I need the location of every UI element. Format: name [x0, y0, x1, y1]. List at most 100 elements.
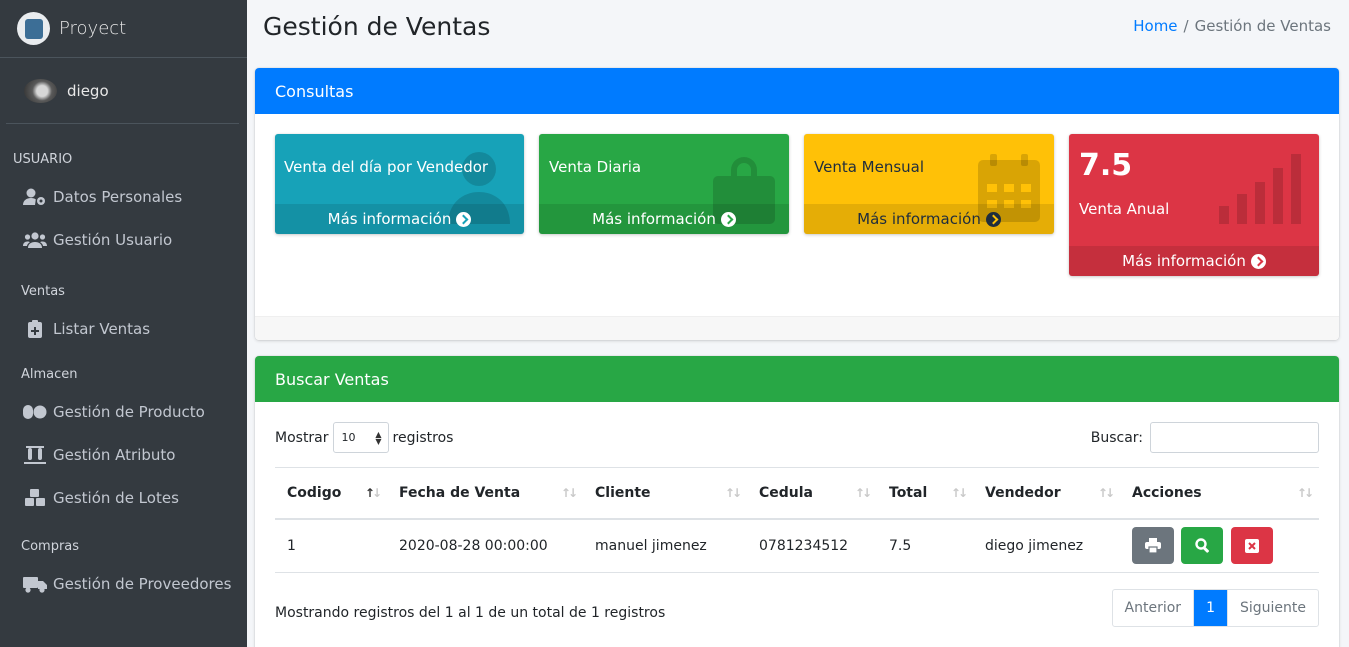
nav-header-compras: Compras	[21, 539, 80, 554]
more-info-link[interactable]: Más información	[539, 204, 789, 234]
column-header-label: Total	[889, 484, 928, 501]
column-header-label: Cedula	[759, 484, 814, 501]
print-icon	[1145, 538, 1161, 554]
small-box-venta-anual: 7.5 Venta Anual Más información	[1069, 134, 1319, 276]
view-button[interactable]	[1181, 527, 1224, 565]
content-header: Gestión de Ventas Home / Gestión de Ventas	[247, 0, 1349, 58]
clipboard-plus-icon	[23, 319, 47, 339]
column-header-label: Vendedor	[985, 484, 1061, 501]
more-info-label: Más información	[1122, 252, 1246, 270]
page-length-value: 10	[341, 431, 356, 444]
sidebar-item-label: Listar Ventas	[53, 319, 151, 338]
more-info-label: Más información	[592, 210, 716, 228]
column-header-vendedor[interactable]: Vendedor ↑↓	[973, 467, 1120, 520]
user-panel[interactable]: diego	[6, 58, 239, 124]
small-box-venta-diaria: Venta Diaria Más información	[539, 134, 789, 234]
sidebar-item-gestion-atributo[interactable]: Gestión Atributo	[0, 433, 247, 476]
small-box-label: Venta del día por Vendedor	[284, 158, 489, 176]
page-length-select[interactable]: 10 ▲ ▼	[332, 422, 389, 453]
breadcrumb-home-link[interactable]: Home	[1133, 17, 1177, 35]
cubes-icon	[23, 488, 47, 508]
select-caret-icon: ▲ ▼	[375, 430, 382, 446]
breadcrumb: Home / Gestión de Ventas	[1133, 17, 1331, 35]
delete-button[interactable]	[1230, 527, 1273, 565]
search-icon	[1195, 538, 1209, 553]
column-header-label: Acciones	[1132, 484, 1202, 501]
column-header-label: Cliente	[595, 484, 651, 501]
sort-asc-icon: ↑↓	[364, 486, 382, 500]
table-header-row: Codigo ↑↓ Fecha de Venta ↑↓ Cliente ↑↓ Cedu…	[275, 467, 1319, 520]
table-info: Mostrando registros del 1 al 1 de un tot…	[275, 605, 666, 621]
sidebar-item-label: Gestión de Producto	[53, 402, 205, 421]
column-header-acciones[interactable]: Acciones ↑↓	[1120, 467, 1319, 520]
consultas-card-title: Consultas	[255, 68, 1339, 114]
search-input[interactable]	[1150, 422, 1319, 453]
column-header-label: Codigo	[287, 484, 342, 501]
sidebar-item-gestion-usuario[interactable]: Gestión Usuario	[0, 218, 247, 261]
pagination: Anterior 1 Siguiente	[1111, 589, 1319, 627]
records-label: registros	[392, 429, 454, 446]
sort-icon: ↑↓	[950, 486, 968, 500]
more-info-label: Más información	[327, 210, 452, 228]
sidebar-item-gestion-lotes[interactable]: Gestión de Lotes	[0, 476, 247, 519]
pagination-prev[interactable]: Anterior	[1113, 590, 1195, 626]
print-button[interactable]	[1132, 527, 1174, 565]
small-box-label: Venta Mensual	[814, 158, 925, 176]
sort-icon: ↑↓	[1296, 486, 1314, 500]
buscar-ventas-card: Buscar Ventas Mostrar 10 ▲ ▼ registros Bu…	[255, 356, 1339, 647]
sidebar-item-label: Gestión Atributo	[53, 445, 176, 464]
column-header-cedula[interactable]: Cedula ↑↓	[747, 467, 877, 520]
sidebar-item-label: Gestión de Proveedores	[53, 574, 232, 593]
sidebar-item-listar-ventas[interactable]: Listar Ventas	[0, 307, 247, 350]
close-icon	[1244, 538, 1259, 553]
nav-header-ventas: Ventas	[21, 284, 65, 299]
sort-icon: ↑↓	[1097, 486, 1115, 500]
cell-total: 7.5	[877, 518, 973, 573]
page-title: Gestión de Ventas	[263, 12, 491, 41]
truck-icon	[23, 574, 47, 594]
column-header-fecha[interactable]: Fecha de Venta ↑↓	[387, 467, 583, 520]
cell-vendedor: diego jimenez	[973, 518, 1120, 573]
search-control: Buscar:	[1091, 422, 1319, 453]
cell-acciones	[1120, 518, 1319, 573]
more-info-label: Más información	[857, 210, 981, 228]
pagination-next[interactable]: Siguiente	[1228, 590, 1318, 626]
user-cog-icon	[23, 187, 47, 207]
buscar-ventas-card-title: Buscar Ventas	[255, 356, 1339, 402]
column-header-codigo[interactable]: Codigo ↑↓	[275, 467, 387, 520]
cell-fecha: 2020-08-28 00:00:00	[387, 518, 583, 573]
brand-link[interactable]: Proyect	[0, 0, 247, 58]
breadcrumb-current: Gestión de Ventas	[1194, 17, 1331, 35]
more-info-link[interactable]: Más información	[804, 204, 1054, 234]
cell-codigo: 1	[275, 518, 387, 573]
users-icon	[23, 230, 47, 250]
consultas-card-footer	[255, 316, 1339, 340]
sidebar-item-label: Gestión de Lotes	[53, 488, 179, 507]
pagination-page-current[interactable]: 1	[1194, 590, 1228, 626]
small-box-label: Venta Anual	[1079, 200, 1170, 218]
sort-icon: ↑↓	[724, 486, 742, 500]
more-info-link[interactable]: Más información	[275, 204, 524, 234]
brand-logo-icon	[17, 12, 50, 45]
show-label: Mostrar	[275, 429, 329, 446]
sidebar-item-gestion-producto[interactable]: Gestión de Producto	[0, 390, 247, 433]
sidebar-item-gestion-proveedores[interactable]: Gestión de Proveedores	[0, 562, 247, 605]
page-length-control: Mostrar 10 ▲ ▼ registros	[275, 422, 453, 453]
sidebar-item-datos-personales[interactable]: Datos Personales	[0, 175, 247, 218]
ventas-table: Codigo ↑↓ Fecha de Venta ↑↓ Cliente ↑↓ Cedu…	[275, 467, 1319, 573]
nav-header-almacen: Almacen	[21, 367, 78, 382]
small-box-venta-dia-vendedor: Venta del día por Vendedor Más informaci…	[275, 134, 524, 234]
column-header-total[interactable]: Total ↑↓	[877, 467, 973, 520]
sort-icon: ↑↓	[560, 486, 578, 500]
signal-icon	[1219, 154, 1301, 228]
arrow-circle-right-icon	[985, 211, 1001, 227]
vials-icon	[23, 445, 47, 465]
search-label: Buscar:	[1090, 429, 1143, 446]
column-header-cliente[interactable]: Cliente ↑↓	[583, 467, 747, 520]
more-info-link[interactable]: Más información	[1069, 246, 1319, 276]
sort-icon: ↑↓	[854, 486, 872, 500]
nav-header-usuario: USUARIO	[13, 152, 73, 167]
brand-name: Proyect	[59, 18, 127, 39]
avatar	[24, 78, 57, 103]
user-name: diego	[67, 81, 109, 100]
